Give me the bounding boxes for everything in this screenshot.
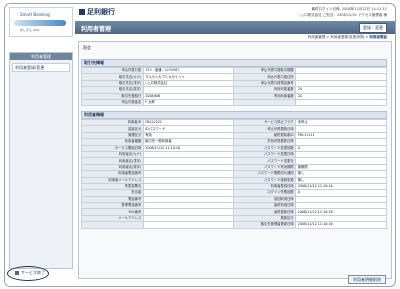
field-label: 取引先管理者更新日時 xyxy=(233,221,297,229)
section-title: 利用者情報 xyxy=(81,111,387,119)
customer-info-section: 取引先情報 申込代表口座 123 - 普通 - 1234567 申込代表口座取引種類… xyxy=(81,59,387,107)
customer-info-table: 申込代表口座 123 - 普通 - 1234567 申込代表口座取引種類 取引先名(カ… xyxy=(81,66,387,107)
field-value xyxy=(295,98,387,107)
field-value: 2008/11/12 11:10:16 xyxy=(295,221,387,229)
brand-line1: Smart Banking xyxy=(20,12,50,17)
register-change-button[interactable]: 登録・変更 xyxy=(359,23,387,33)
brand-swoosh-icon xyxy=(14,20,66,26)
content-panel: 照会 取引先情報 申込代表口座 123 - 普通 - 1234567 申込代表口座取… xyxy=(78,41,392,279)
content-label: 照会 xyxy=(83,45,91,50)
left-column: Smart Banking あしぎん Web 利用者管理 利用者登録/変更 サー… xyxy=(5,4,75,286)
field-value xyxy=(142,221,235,229)
bank-logo: 足利銀行 xyxy=(79,7,115,17)
left-nav-header: 利用者管理 xyxy=(10,53,72,60)
user-info-section: 利用者情報 利用者ID FB222222 サービス停止フラグ 未停止 認証区分 IDパスワ… xyxy=(81,111,387,229)
page-title: 利用者管理 xyxy=(81,26,112,33)
breadcrumb-item[interactable]: 利用者管理 xyxy=(308,35,326,39)
field-label xyxy=(233,98,297,107)
field-label: 申込代表者名 xyxy=(81,98,144,107)
section-title: 取引先情報 xyxy=(81,59,387,67)
brand-line2: あしぎん Web xyxy=(20,28,40,32)
user-info: ○△口株式会社 ご担当：2008/12/01 アクセス管理者 様 xyxy=(298,13,387,17)
bank-mark-icon xyxy=(79,9,85,15)
highlight-oval xyxy=(7,266,49,281)
left-nav-item-user-registration[interactable]: 利用者登録/変更 xyxy=(12,63,70,72)
breadcrumb-item[interactable]: 利用者登録/変更/削除 xyxy=(330,35,364,39)
breadcrumb-current: 利用者照会 xyxy=(369,35,388,39)
table-row: 申込代表者名 F 太郎 xyxy=(81,98,387,107)
bank-name: 足利銀行 xyxy=(87,8,115,16)
brand-logo: Smart Banking あしぎん Web xyxy=(9,7,73,37)
breadcrumb: 利用者管理 > 利用者登録/変更/削除 > 利用者照会 xyxy=(307,35,388,39)
main-area: 足利銀行 最終ログイン日時: 2008年11月12日 14:11:11 ○△口株… xyxy=(75,4,395,286)
field-label xyxy=(81,221,144,229)
title-bar: 利用者管理 登録・変更 xyxy=(75,21,395,34)
field-value: F 太郎 xyxy=(142,98,235,107)
table-row: 取引先管理者更新日時 2008/11/12 11:10:16 xyxy=(81,221,387,229)
browser-frame: Smart Banking あしぎん Web 利用者管理 利用者登録/変更 サー… xyxy=(4,3,396,287)
delete-user-button[interactable]: 利用者明細削除 xyxy=(348,275,386,284)
left-nav-panel: 利用者管理 利用者登録/変更 xyxy=(9,52,73,269)
user-info-table: 利用者ID FB222222 サービス停止フラグ 未停止 認証区分 IDパスワード 停止状態… xyxy=(81,118,387,229)
last-login-info: 最終ログイン日時: 2008年11月12日 14:11:11 xyxy=(311,7,387,11)
